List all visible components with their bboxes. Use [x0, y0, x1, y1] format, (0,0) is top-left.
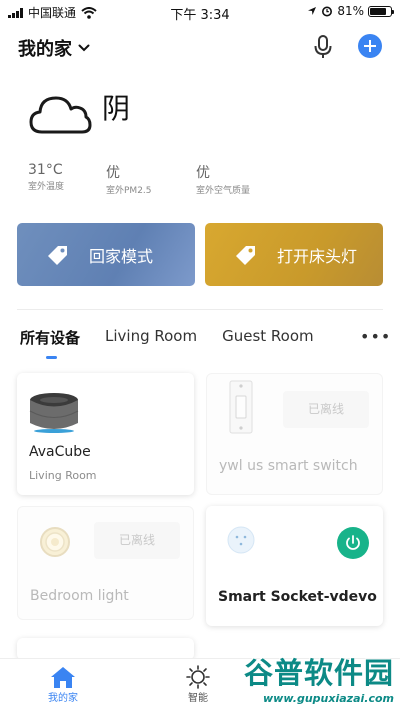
battery-percent: 81% — [337, 4, 364, 18]
scene-home-mode[interactable]: 回家模式 — [17, 223, 195, 286]
device-card-bedroom-light[interactable]: 已离线 Bedroom light — [17, 506, 194, 620]
device-name: AvaCube — [29, 444, 91, 460]
battery-fill — [370, 7, 387, 15]
nav-label: 智能 — [188, 693, 208, 704]
tab-living-room[interactable]: Living Room — [105, 327, 197, 345]
scene-label: 打开床头灯 — [277, 246, 358, 266]
scene-label: 回家模式 — [89, 246, 154, 266]
home-selector[interactable]: 我的家 — [18, 35, 90, 61]
status-bar: 中国联通 下午 3:34 81% — [0, 0, 400, 23]
add-device-button[interactable] — [358, 34, 382, 58]
tag-icon — [48, 245, 67, 265]
tab-all-devices[interactable]: 所有设备 — [20, 327, 80, 359]
room-tabs: 所有设备 Living Room Guest Room — [20, 327, 339, 359]
speaker-icon — [29, 393, 79, 433]
light-bulb-icon — [40, 527, 70, 557]
tab-guest-room[interactable]: Guest Room — [222, 327, 314, 345]
home-title: 我的家 — [18, 39, 72, 60]
battery-icon — [368, 5, 394, 17]
watermark: 谷普软件园 www.gupuxiazai.com — [244, 650, 394, 705]
stat-air-quality: 优 室外空气质量 — [196, 162, 250, 196]
nav-smart[interactable]: 智能 — [185, 665, 211, 704]
tag-icon — [236, 245, 255, 265]
divider — [17, 309, 383, 310]
weather-section: 阴 — [28, 92, 130, 136]
nav-label: 我的家 — [48, 693, 78, 704]
device-room: Living Room — [29, 469, 97, 482]
device-name: Smart Socket-vdevo — [218, 589, 377, 605]
device-card-avacube[interactable]: AvaCube Living Room — [17, 373, 194, 495]
offline-badge: 已离线 — [94, 522, 180, 559]
microphone-icon — [314, 35, 332, 58]
light-switch-icon — [229, 380, 253, 434]
device-name: Bedroom light — [30, 588, 129, 604]
microphone-button[interactable] — [311, 34, 335, 60]
more-tabs-button[interactable]: ••• — [360, 327, 391, 346]
watermark-url: www.gupuxiazai.com — [263, 692, 394, 705]
stat-value: 优 — [196, 165, 210, 181]
socket-icon — [227, 526, 255, 554]
stat-temperature: 31°C 室外温度 — [28, 162, 64, 192]
power-icon — [346, 535, 360, 550]
cloud-icon — [29, 96, 92, 134]
watermark-title: 谷普软件园 — [243, 656, 394, 690]
device-card-smart-socket[interactable]: Smart Socket-vdevo — [206, 506, 383, 626]
alarm-icon — [322, 6, 333, 17]
weather-condition: 阴 — [102, 92, 131, 125]
chevron-down-icon — [78, 44, 90, 52]
weather-stats: 31°C 室外温度 优 室外PM2.5 优 室外空气质量 — [28, 162, 348, 202]
stat-value: 31°C — [28, 162, 63, 178]
stat-value: 优 — [106, 165, 120, 181]
offline-badge: 已离线 — [283, 391, 369, 428]
stat-label: 室外PM2.5 — [106, 186, 152, 196]
device-card-smart-switch[interactable]: 已离线 ywl us smart switch — [206, 373, 383, 495]
stat-label: 室外温度 — [28, 182, 65, 192]
device-name: ywl us smart switch — [219, 458, 358, 474]
nav-my-home[interactable]: 我的家 — [48, 665, 78, 704]
device-card-partial[interactable] — [17, 638, 194, 660]
home-icon — [51, 667, 75, 688]
status-right: 81% — [307, 4, 394, 18]
stat-pm25: 优 室外PM2.5 — [106, 162, 152, 196]
sun-icon — [186, 665, 210, 689]
location-icon — [308, 7, 317, 15]
power-toggle-button[interactable] — [337, 527, 369, 559]
scene-bedside-lamp[interactable]: 打开床头灯 — [205, 223, 383, 286]
stat-label: 室外空气质量 — [196, 186, 251, 196]
device-grid: AvaCube Living Room 已离线 ywl us smart swi… — [0, 370, 400, 660]
